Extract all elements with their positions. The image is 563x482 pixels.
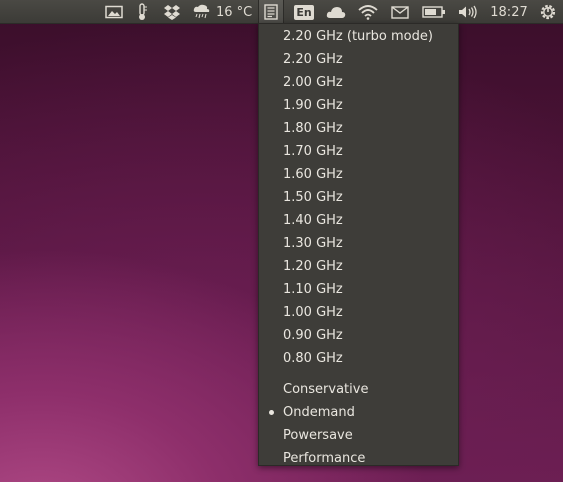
frequency-label: 1.30 GHz (283, 236, 343, 251)
frequency-menu-item[interactable]: 0.80 GHz (259, 347, 458, 370)
cpufreq-indicator-icon (264, 4, 278, 20)
frequency-label: 1.00 GHz (283, 305, 343, 320)
wifi-indicator[interactable] (356, 0, 380, 24)
governor-menu-item[interactable]: Ondemand (259, 401, 458, 424)
frequency-menu-item[interactable]: 2.00 GHz (259, 71, 458, 94)
frequency-label: 1.90 GHz (283, 98, 343, 113)
frequency-label: 1.20 GHz (283, 259, 343, 274)
keyboard-layout-label: En (294, 4, 314, 20)
temperature-indicator[interactable] (132, 0, 152, 24)
governor-label: Powersave (283, 428, 353, 443)
thermometer-icon (136, 3, 148, 21)
messaging-indicator[interactable] (388, 0, 412, 24)
frequency-menu-item[interactable]: 1.60 GHz (259, 163, 458, 186)
frequency-label: 2.20 GHz (283, 52, 343, 67)
clock-indicator[interactable]: 18:27 (488, 0, 530, 24)
frequency-menu-item[interactable]: 2.20 GHz (259, 48, 458, 71)
frequency-menu-item[interactable]: 1.00 GHz (259, 301, 458, 324)
gear-power-icon (539, 3, 557, 21)
governor-list: Conservative Ondemand Powersave Performance (259, 378, 458, 470)
frequency-list: 2.20 GHz (turbo mode) 2.20 GHz 2.00 GHz 1.9… (259, 25, 458, 370)
dropbox-icon (163, 4, 181, 20)
weather-temperature: 16 °C (216, 4, 253, 20)
frequency-label: 2.20 GHz (turbo mode) (283, 29, 433, 44)
governor-label: Ondemand (283, 405, 355, 420)
frequency-menu-item[interactable]: 1.20 GHz (259, 255, 458, 278)
clock-label: 18:27 (490, 4, 528, 20)
screen-indicator[interactable] (103, 0, 125, 24)
frequency-label: 1.10 GHz (283, 282, 343, 297)
volume-icon (458, 5, 478, 19)
frequency-menu-item[interactable]: 1.10 GHz (259, 278, 458, 301)
menu-separator (259, 370, 458, 378)
frequency-menu-item[interactable]: 1.50 GHz (259, 186, 458, 209)
frequency-menu-item[interactable]: 1.40 GHz (259, 209, 458, 232)
cpufreq-menu: 2.20 GHz (turbo mode) 2.20 GHz 2.00 GHz 1.9… (258, 23, 459, 466)
screen-icon (105, 5, 123, 19)
governor-label: Performance (283, 451, 366, 466)
frequency-menu-item[interactable]: 1.30 GHz (259, 232, 458, 255)
frequency-label: 1.40 GHz (283, 213, 343, 228)
session-indicator[interactable] (536, 0, 560, 24)
frequency-label: 1.70 GHz (283, 144, 343, 159)
weather-indicator[interactable]: 16 °C (192, 0, 254, 24)
cpufreq-indicator[interactable] (258, 0, 284, 24)
frequency-label: 1.60 GHz (283, 167, 343, 182)
governor-menu-item[interactable]: Performance (259, 447, 458, 470)
battery-indicator[interactable] (420, 0, 448, 24)
frequency-label: 1.50 GHz (283, 190, 343, 205)
wifi-icon (358, 4, 378, 20)
selected-radio-bullet (269, 410, 274, 415)
frequency-menu-item[interactable]: 1.70 GHz (259, 140, 458, 163)
frequency-label: 0.90 GHz (283, 328, 343, 343)
cloud-indicator[interactable] (324, 0, 348, 24)
volume-indicator[interactable] (456, 0, 480, 24)
frequency-label: 1.80 GHz (283, 121, 343, 136)
frequency-menu-item[interactable]: 2.20 GHz (turbo mode) (259, 25, 458, 48)
mail-icon (391, 5, 409, 19)
cloud-icon (326, 5, 346, 19)
frequency-label: 0.80 GHz (283, 351, 343, 366)
frequency-menu-item[interactable]: 1.80 GHz (259, 117, 458, 140)
top-panel: 16 °C En 18:27 (0, 0, 563, 24)
keyboard-layout-indicator[interactable]: En (292, 0, 316, 24)
battery-icon (422, 6, 446, 18)
frequency-menu-item[interactable]: 1.90 GHz (259, 94, 458, 117)
frequency-label: 2.00 GHz (283, 75, 343, 90)
governor-label: Conservative (283, 382, 369, 397)
weather-rain-icon (192, 4, 212, 20)
frequency-menu-item[interactable]: 0.90 GHz (259, 324, 458, 347)
governor-menu-item[interactable]: Powersave (259, 424, 458, 447)
dropbox-indicator[interactable] (160, 0, 184, 24)
governor-menu-item[interactable]: Conservative (259, 378, 458, 401)
